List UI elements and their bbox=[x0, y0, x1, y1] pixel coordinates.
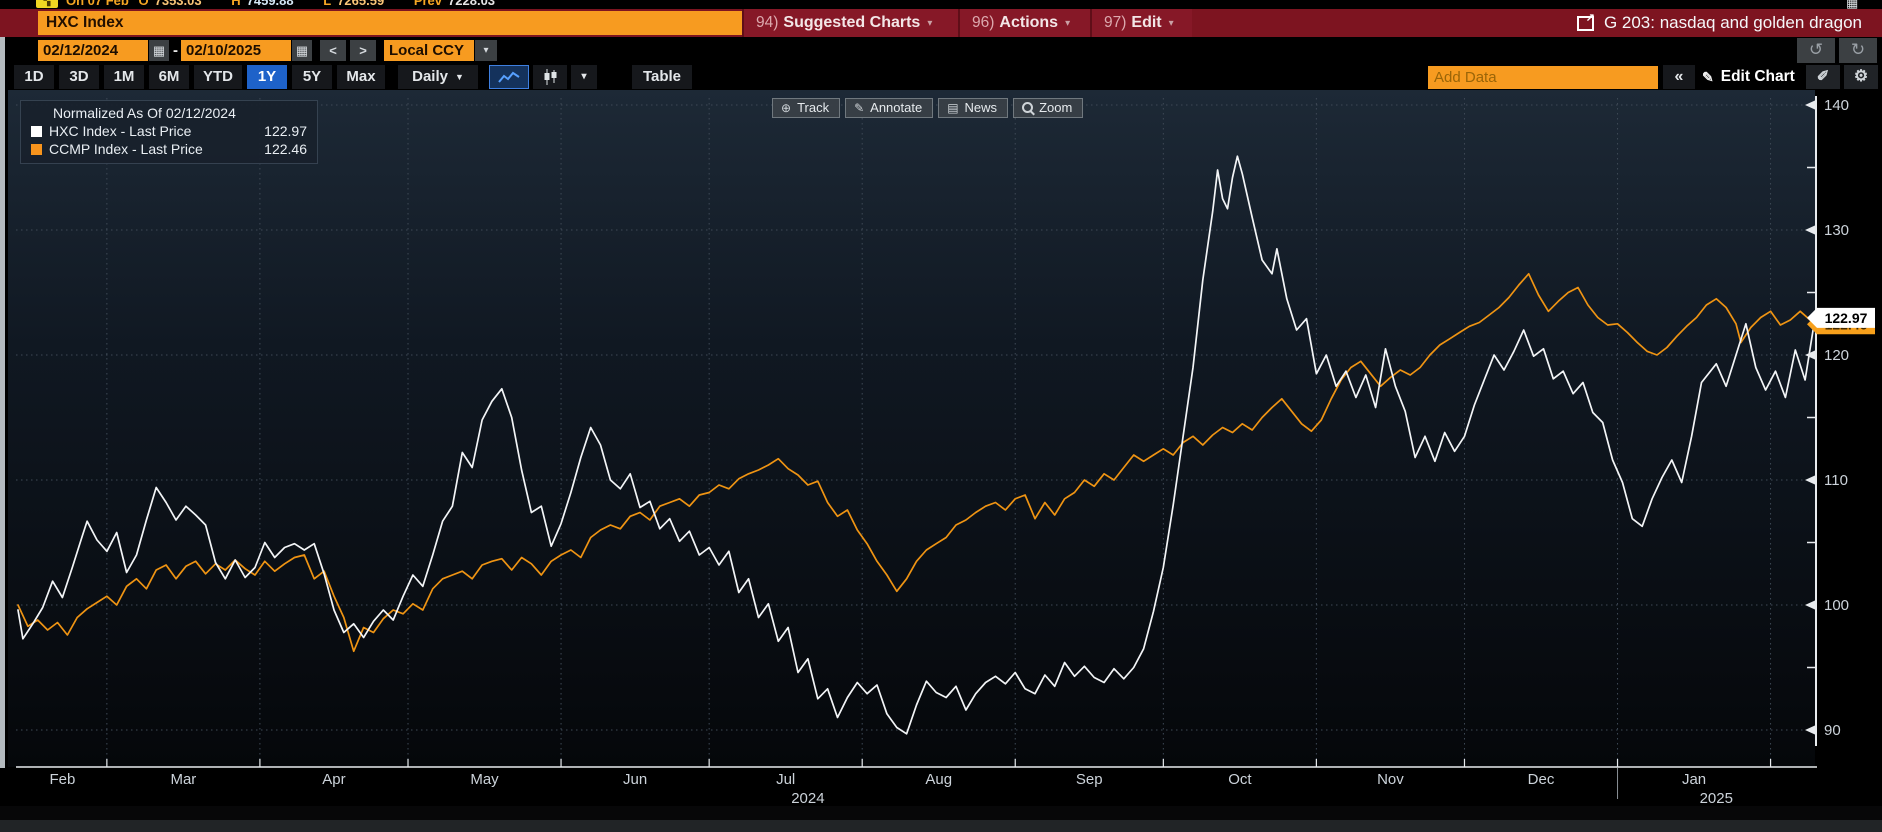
menu-edit[interactable]: 97) Edit ▾ bbox=[1090, 9, 1192, 37]
hxc-swatch bbox=[31, 126, 42, 137]
chevron-down-icon: ▾ bbox=[1065, 18, 1070, 29]
high-value: 7459.88 bbox=[247, 0, 294, 8]
year-label: 2024 bbox=[791, 790, 824, 807]
month-label: Jul bbox=[776, 771, 795, 788]
range-forward-button[interactable]: > bbox=[350, 40, 376, 61]
magnifier-icon bbox=[1022, 102, 1033, 113]
month-label: Oct bbox=[1228, 771, 1252, 788]
ccmp-swatch bbox=[31, 144, 42, 155]
menu-actions[interactable]: 96) Actions ▾ bbox=[958, 9, 1090, 37]
bottom-gap bbox=[0, 806, 1882, 820]
ccmp-last-price: 122.46 bbox=[264, 141, 307, 157]
month-label: Feb bbox=[50, 771, 76, 788]
y-tick-label: 130 bbox=[1824, 222, 1849, 239]
menu-suggested-charts[interactable]: 94) Suggested Charts ▾ bbox=[742, 9, 958, 37]
line-chart-icon bbox=[498, 71, 520, 85]
y-tick-label: 110 bbox=[1824, 472, 1848, 489]
news-button[interactable]: ▤ News bbox=[938, 98, 1008, 118]
chart-title: G 203: nasdaq and golden dragon bbox=[1604, 13, 1862, 33]
bloomberg-chart-window: ▚ On 07 Feb O7353.03 H7459.88 L7265.59 P… bbox=[0, 0, 1882, 832]
y-tick-label: 100 bbox=[1824, 597, 1849, 614]
price-chart[interactable]: 140 130 120 110 100 90 Feb Mar Apr May Jun Jul Aug Se… bbox=[8, 90, 1882, 810]
redo-button[interactable]: ↻ bbox=[1839, 38, 1877, 63]
range-back-button[interactable]: < bbox=[320, 40, 346, 61]
currency-select[interactable]: Local CCY bbox=[384, 40, 474, 61]
candlestick-icon bbox=[542, 69, 558, 85]
security-flag-icon: ▚ bbox=[36, 0, 58, 8]
month-label: Sep bbox=[1076, 771, 1103, 788]
chart-toolbar: 1D 3D 1M 6M YTD 1Y 5Y Max Daily ▼ ▾ Tabl… bbox=[0, 64, 1882, 90]
settings-gear-button[interactable]: ⚙ bbox=[1844, 65, 1878, 89]
keyboard-icon: ▦ bbox=[1846, 0, 1858, 9]
track-button[interactable]: ⊕ Track bbox=[772, 98, 840, 118]
add-data-input[interactable] bbox=[1428, 66, 1658, 89]
pencil-icon: ✎ bbox=[854, 101, 864, 115]
month-label: Aug bbox=[925, 771, 952, 788]
period-1d[interactable]: 1D bbox=[14, 65, 54, 89]
candlestick-type-button[interactable] bbox=[533, 65, 567, 89]
period-3d[interactable]: 3D bbox=[59, 65, 99, 89]
window-edge-strip bbox=[0, 37, 5, 768]
ohlc-row: On 07 Feb O7353.03 H7459.88 L7265.59 Pre… bbox=[66, 0, 521, 8]
end-date-field[interactable]: 02/10/2025 bbox=[181, 40, 291, 61]
edit-chart-button[interactable]: ✎ Edit Chart bbox=[1702, 65, 1795, 89]
period-5y[interactable]: 5Y bbox=[292, 65, 332, 89]
range-bar: 02/12/2024 ▦ - 02/10/2025 ▦ < > Local CC… bbox=[0, 37, 1882, 64]
crosshair-icon: ⊕ bbox=[781, 101, 791, 115]
year-label: 2025 bbox=[1700, 790, 1733, 807]
open-value: 7353.03 bbox=[155, 0, 202, 8]
pencil-icon: ✎ bbox=[1702, 69, 1714, 86]
month-label: Jan bbox=[1682, 771, 1706, 788]
month-label: Jun bbox=[623, 771, 647, 788]
legend-item-hxc: HXC Index - Last Price 122.97 bbox=[31, 123, 307, 139]
news-icon: ▤ bbox=[947, 101, 958, 115]
start-calendar-icon[interactable]: ▦ bbox=[149, 40, 169, 61]
annotate-chart-button[interactable]: ✐ bbox=[1806, 65, 1840, 89]
period-1m[interactable]: 1M bbox=[104, 65, 144, 89]
hxc-last-price: 122.97 bbox=[264, 123, 307, 139]
chevron-down-icon: ▾ bbox=[927, 18, 932, 29]
month-label: Apr bbox=[322, 771, 345, 788]
collapse-panel-button[interactable]: « bbox=[1663, 65, 1695, 89]
start-date-field[interactable]: 02/12/2024 bbox=[38, 40, 148, 61]
month-label: Dec bbox=[1528, 771, 1555, 788]
period-6m[interactable]: 6M bbox=[149, 65, 189, 89]
low-value: 7265.59 bbox=[337, 0, 384, 8]
legend-item-ccmp: CCMP Index - Last Price 122.46 bbox=[31, 141, 307, 157]
annotate-button[interactable]: ✎ Annotate bbox=[845, 98, 933, 118]
month-label: May bbox=[470, 771, 499, 788]
chevron-down-icon: ▾ bbox=[1169, 18, 1174, 29]
command-bar: 94) Suggested Charts ▾ 96) Actions ▾ 97)… bbox=[0, 9, 1882, 37]
frequency-select[interactable]: Daily ▼ bbox=[398, 65, 478, 89]
zoom-button[interactable]: Zoom bbox=[1013, 98, 1083, 118]
ticker-input[interactable] bbox=[38, 11, 748, 35]
range-separator: - bbox=[173, 40, 178, 61]
undo-button[interactable]: ↺ bbox=[1797, 38, 1835, 63]
chevron-down-icon: ▼ bbox=[455, 65, 464, 89]
y-tick-label: 90 bbox=[1824, 722, 1841, 739]
chart-type-caret[interactable]: ▾ bbox=[571, 65, 597, 89]
chart-tools: ⊕ Track ✎ Annotate ▤ News Zoom bbox=[772, 98, 1083, 118]
plot-background bbox=[8, 90, 1815, 767]
chart-legend: Normalized As Of 02/12/2024 HXC Index - … bbox=[20, 100, 318, 164]
currency-caret-icon[interactable]: ▾ bbox=[475, 40, 497, 61]
bottom-bar bbox=[0, 820, 1882, 832]
y-tick-label: 140 bbox=[1824, 97, 1849, 114]
session-label: On 07 Feb bbox=[66, 0, 129, 8]
line-chart-type-button[interactable] bbox=[489, 65, 529, 89]
month-label: Mar bbox=[170, 771, 196, 788]
legend-title: Normalized As Of 02/12/2024 bbox=[53, 105, 307, 121]
y-tick-label: 120 bbox=[1824, 347, 1849, 364]
end-calendar-icon[interactable]: ▦ bbox=[292, 40, 312, 61]
period-1y-selected[interactable]: 1Y bbox=[247, 65, 287, 89]
quote-strip: ▚ On 07 Feb O7353.03 H7459.88 L7265.59 P… bbox=[0, 0, 1882, 9]
period-max[interactable]: Max bbox=[337, 65, 385, 89]
period-ytd[interactable]: YTD bbox=[194, 65, 242, 89]
export-icon[interactable]: ↗ bbox=[1577, 16, 1594, 31]
table-button[interactable]: Table bbox=[632, 65, 692, 89]
prev-value: 7228.03 bbox=[448, 0, 495, 8]
last-price-tag-value: 122.97 bbox=[1825, 310, 1868, 326]
month-label: Nov bbox=[1377, 771, 1404, 788]
